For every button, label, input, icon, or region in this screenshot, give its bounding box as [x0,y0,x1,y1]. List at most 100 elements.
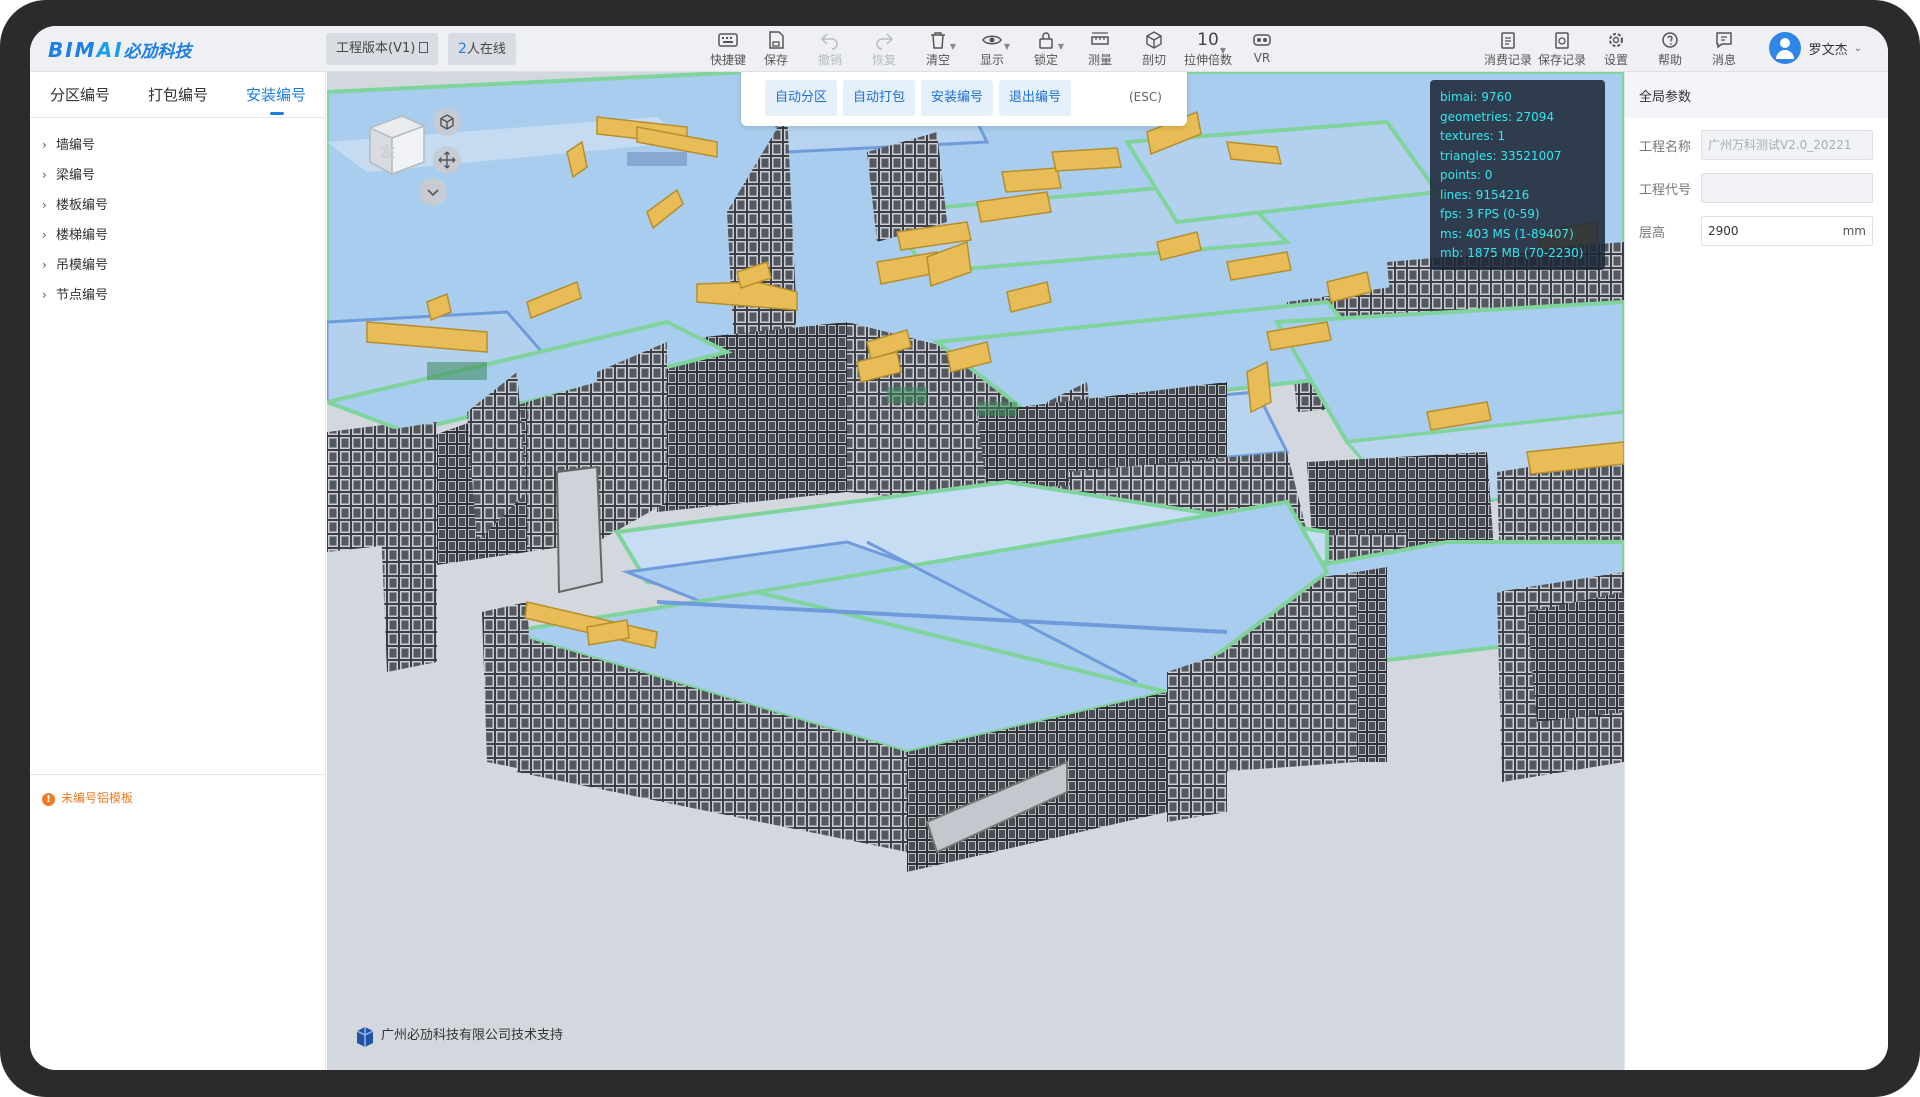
tool-label: 撤销 [817,53,842,67]
help-button[interactable]: 帮助 [1646,28,1694,70]
tree-item-label: 墙编号 [56,138,96,153]
numbering-tabs: 分区编号 打包编号 安装编号 [30,72,326,118]
3d-viewport[interactable]: 自动分区 自动打包 安装编号 退出编号 (ESC) 左 bimai: 9760 … [327,72,1624,1070]
render-stats-panel: bimai: 9760 geometries: 27094 textures: … [1430,80,1605,270]
logo-ai: AI [96,38,124,62]
tab-zone-number[interactable]: 分区编号 [50,84,110,105]
beam [1246,360,1272,414]
slab-opening [977,402,1017,416]
dropdown-caret-icon: ▼ [1003,42,1010,51]
user-name: 罗文杰 [1808,42,1848,58]
tool-label: 锁定 [1033,53,1058,67]
wall-block [377,422,437,672]
online-users-chip[interactable]: 2人在线 [448,33,516,65]
floor-height-value: 2900 [1708,224,1739,238]
tool-label: 剖切 [1141,53,1166,67]
tool-label: 显示 [979,53,1004,67]
logo-cn: 必劢科技 [123,42,192,62]
clear-button[interactable]: 清空 ▼ [914,28,962,70]
stretch-factor-button[interactable]: 10 拉伸倍数 ▼ [1184,28,1232,70]
left-panel: 分区编号 打包编号 安装编号 › 墙编号 › 梁编号 › 楼板编号 › 楼梯编号 › 吊模… [30,72,326,1070]
user-menu[interactable]: 罗文杰 ⌄ [1768,32,1862,66]
chevron-right-icon: › [42,198,47,212]
message-icon [1716,32,1732,49]
auto-pack-button[interactable]: 自动打包 [843,80,916,116]
stat-ms: ms: 403 MS (1-89407) [1440,226,1574,241]
tree-item-hanging-form[interactable]: › 吊模编号 [42,250,108,280]
chevron-right-icon: › [42,228,47,242]
settings-button[interactable]: 设置 [1592,28,1640,70]
trash-icon [931,32,945,49]
expand-view-controls-button[interactable] [419,178,447,206]
consumption-record-button[interactable]: 消费记录 [1484,28,1532,70]
home-view-button[interactable] [433,108,461,136]
company-logo-icon [356,1026,374,1047]
numbering-action-bar: 自动分区 自动打包 安装编号 退出编号 (ESC) [741,72,1187,126]
section-button[interactable]: 剖切 [1130,28,1178,70]
stat-lines: lines: 9154216 [1440,187,1530,202]
auto-zone-button[interactable]: 自动分区 [765,80,838,116]
wall-block [1527,592,1624,722]
slab-opening [887,387,927,403]
chevron-right-icon: › [42,258,47,272]
ruler-icon [1091,32,1109,45]
floor-height-field[interactable]: 2900 mm [1701,216,1873,246]
global-params-title: 全局参数 [1625,72,1888,118]
unnumbered-warning[interactable]: ! 未编号铝模板 [30,774,326,812]
tab-install-number[interactable]: 安装编号 [246,84,306,115]
stat-geometries: geometries: 27094 [1440,109,1555,124]
measure-button[interactable]: 测量 [1076,28,1124,70]
tree-item-wall[interactable]: › 墙编号 [42,130,108,160]
stat-triangles: triangles: 33521007 [1440,148,1562,163]
tree-item-beam[interactable]: › 梁编号 [42,160,108,190]
project-name-row: 工程名称 广州万科测试V2.0_20221 [1639,130,1879,160]
version-chip[interactable]: 工程版本(V1) [326,33,439,65]
tree-item-label: 楼梯编号 [56,228,109,243]
project-name-field[interactable]: 广州万科测试V2.0_20221 [1701,130,1873,160]
project-code-field[interactable] [1701,173,1873,203]
floor-height-unit: mm [1842,224,1866,238]
slab-opening [427,362,487,380]
chevron-right-icon: › [42,288,47,302]
wall-block [1167,652,1227,822]
display-button[interactable]: 显示 ▼ [968,28,1016,70]
version-label: 工程版本(V1) [336,41,416,56]
tree-item-slab[interactable]: › 楼板编号 [42,190,108,220]
tree-item-node[interactable]: › 节点编号 [42,280,108,310]
lock-button[interactable]: 锁定 ▼ [1022,28,1070,70]
app-logo[interactable]: BIMAI必劢科技 [48,37,192,63]
tab-pack-number[interactable]: 打包编号 [148,84,208,105]
stat-points: points: 0 [1440,168,1493,182]
save-button[interactable]: 保存 [752,28,800,70]
keyboard-icon [718,33,738,47]
help-icon [1662,32,1678,48]
undo-button[interactable]: 撤销 [806,28,854,70]
chevron-right-icon: › [42,138,47,152]
lock-icon [1039,32,1053,49]
message-button[interactable]: 消息 [1700,28,1748,70]
navigation-cube[interactable]: 左 [362,108,428,178]
stat-mb: mb: 1875 MB (70-2230) [1440,246,1584,260]
redo-button[interactable]: 恢复 [860,28,908,70]
tool-label: 消息 [1711,53,1736,67]
save-icon [769,31,784,49]
tool-label: 保存 [763,53,788,67]
install-number-button[interactable]: 安装编号 [921,80,994,116]
tree-item-stair[interactable]: › 楼梯编号 [42,220,108,250]
slab-opening [627,152,687,166]
dropdown-caret-icon: ▼ [1057,42,1064,51]
document-icon [419,42,429,53]
app-frame: BIMAI必劢科技 工程版本(V1) 2人在线 快捷键 保存 撤销 恢复 清空 … [0,0,1920,1097]
tool-label: 清空 [925,53,950,67]
floor-height-row: 层高 2900 mm [1639,216,1879,246]
shortcut-button[interactable]: 快捷键 [704,28,752,70]
chevron-right-icon: › [42,168,47,182]
cube-face-label: 左 [381,145,395,161]
exit-number-button[interactable]: 退出编号 [999,80,1072,116]
vr-button[interactable]: VR [1238,28,1286,70]
pan-button[interactable] [433,146,461,174]
save-record-button[interactable]: 保存记录 [1538,28,1586,70]
screen: BIMAI必劢科技 工程版本(V1) 2人在线 快捷键 保存 撤销 恢复 清空 … [30,26,1888,1070]
avatar [1768,32,1801,64]
project-name-label: 工程名称 [1639,140,1692,155]
